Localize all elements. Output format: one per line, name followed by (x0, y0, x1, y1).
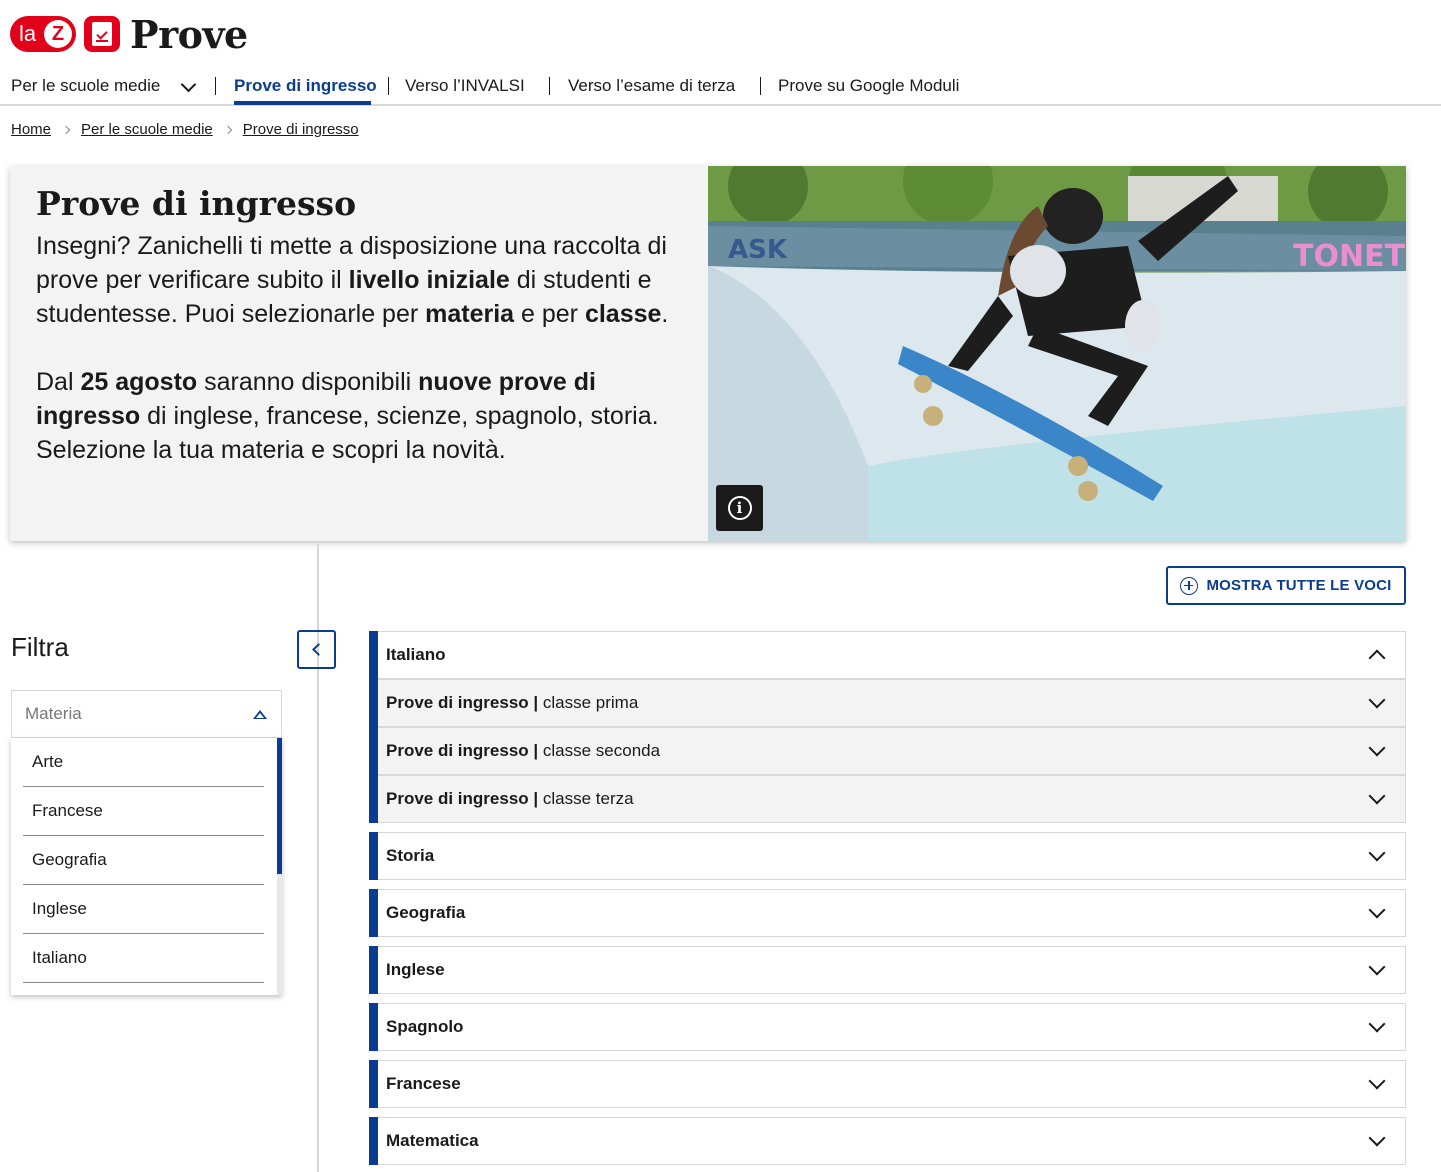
chevron-down-icon (1368, 739, 1386, 757)
chevron-down-icon (1368, 787, 1386, 805)
chevron-right-icon (61, 125, 71, 134)
nav-separator (760, 77, 761, 95)
scrollbar-thumb[interactable] (277, 738, 282, 874)
breadcrumb-prove-ingresso[interactable]: Prove di ingresso (243, 121, 359, 138)
hero-banner: Prove di ingresso Insegni? Zanichelli ti… (10, 166, 1406, 541)
show-all-button[interactable]: MOSTRA TUTTE LE VOCI (1166, 566, 1406, 605)
filter-title: Filtra (11, 632, 69, 662)
subject-select[interactable]: Materia (11, 690, 282, 738)
chevron-down-icon (1368, 901, 1386, 919)
accordion-label: classe terza (542, 789, 634, 808)
page-title: Prove di ingresso (36, 184, 357, 223)
logo[interactable]: la Z Prove (10, 11, 248, 57)
subject-options-list: Arte Francese Geografia Inglese Italiano (11, 738, 282, 995)
accordion-label: Spagnolo (386, 1017, 464, 1036)
logo-la-text: la (19, 21, 37, 46)
info-icon: i (727, 496, 752, 520)
skater-illustration: ASK TONET (708, 166, 1406, 541)
nav-item-esame-terza[interactable]: Verso l’esame di terza (568, 76, 735, 96)
breadcrumb-scuole-medie[interactable]: Per le scuole medie (81, 121, 213, 138)
collapse-filter-button[interactable] (297, 630, 336, 669)
options-scrollbar[interactable] (277, 738, 282, 995)
nav-item-invalsi[interactable]: Verso l’INVALSI (405, 76, 525, 96)
nav-item-scuole-medie[interactable]: Per le scuole medie (11, 76, 160, 96)
accordion-label: Geografia (386, 903, 466, 922)
breadcrumb: Home Per le scuole medie Prove di ingres… (11, 121, 359, 138)
hero-image: ASK TONET i (708, 166, 1406, 541)
main-nav: Per le scuole medie Prove di ingresso Ve… (0, 68, 1441, 106)
option-geografia[interactable]: Geografia (23, 836, 264, 885)
chevron-down-icon (1368, 1129, 1386, 1147)
option-arte[interactable]: Arte (23, 738, 264, 787)
accordion-inglese[interactable]: Inglese (369, 946, 1406, 994)
chevron-down-icon (1368, 844, 1386, 862)
chevron-down-icon (1368, 691, 1386, 709)
chevron-up-icon (1368, 649, 1386, 667)
chevron-right-icon (223, 125, 232, 134)
accordion-geografia[interactable]: Geografia (369, 889, 1406, 937)
accordion-italiano[interactable]: Italiano (369, 631, 1406, 679)
show-all-label: MOSTRA TUTTE LE VOCI (1206, 577, 1392, 594)
accordion-classe-terza[interactable]: Prove di ingresso | classe terza (369, 775, 1406, 823)
accordion-francese[interactable]: Francese (369, 1060, 1406, 1108)
option-italiano[interactable]: Italiano (23, 934, 264, 983)
accordion-label: Matematica (386, 1131, 479, 1150)
plus-circle-icon (1180, 576, 1199, 595)
accordion-label: classe prima (542, 693, 639, 712)
nav-item-prove-ingresso[interactable]: Prove di ingresso (234, 76, 377, 96)
option-francese[interactable]: Francese (23, 787, 264, 836)
accordion-label: Italiano (386, 645, 446, 664)
accordion-label: Francese (386, 1074, 461, 1093)
accordion-classe-prima[interactable]: Prove di ingresso | classe prima (369, 679, 1406, 727)
accordion-label: Storia (386, 846, 435, 865)
chevron-down-icon (1368, 1015, 1386, 1033)
image-info-button[interactable]: i (716, 485, 763, 531)
caret-up-icon (253, 710, 267, 719)
site-title: Prove (130, 11, 248, 57)
hero-paragraph-2: Dal 25 agosto saranno disponibili nuove … (36, 368, 659, 464)
chevron-down-icon[interactable] (180, 76, 197, 93)
accordion-storia[interactable]: Storia (369, 832, 1406, 880)
nav-item-google-moduli[interactable]: Prove su Google Moduli (778, 76, 959, 96)
hero-text: Prove di ingresso Insegni? Zanichelli ti… (10, 166, 708, 541)
nav-separator (549, 77, 550, 95)
la-z-logo: la Z (10, 16, 76, 52)
accordion-classe-seconda[interactable]: Prove di ingresso | classe seconda (369, 727, 1406, 775)
accordion-label: classe seconda (542, 741, 661, 760)
graffiti-text: TONET (1293, 239, 1406, 274)
svg-text:ASK: ASK (728, 235, 788, 265)
accordion-matematica[interactable]: Matematica (369, 1117, 1406, 1165)
accordion-label: Inglese (386, 960, 445, 979)
nav-separator (215, 77, 216, 95)
logo-z-text: Z (44, 20, 72, 48)
document-check-icon (84, 16, 120, 52)
active-tab-indicator (234, 101, 371, 105)
chevron-down-icon (1368, 958, 1386, 976)
chevron-down-icon (1368, 1072, 1386, 1090)
hero-paragraph-1: Insegni? Zanichelli ti mette a disposizi… (36, 232, 669, 328)
option-inglese[interactable]: Inglese (23, 885, 264, 934)
nav-separator (388, 77, 389, 95)
breadcrumb-home[interactable]: Home (11, 121, 51, 138)
chevron-left-icon (312, 643, 325, 656)
accordion-spagnolo[interactable]: Spagnolo (369, 1003, 1406, 1051)
subject-select-placeholder: Materia (25, 704, 82, 723)
